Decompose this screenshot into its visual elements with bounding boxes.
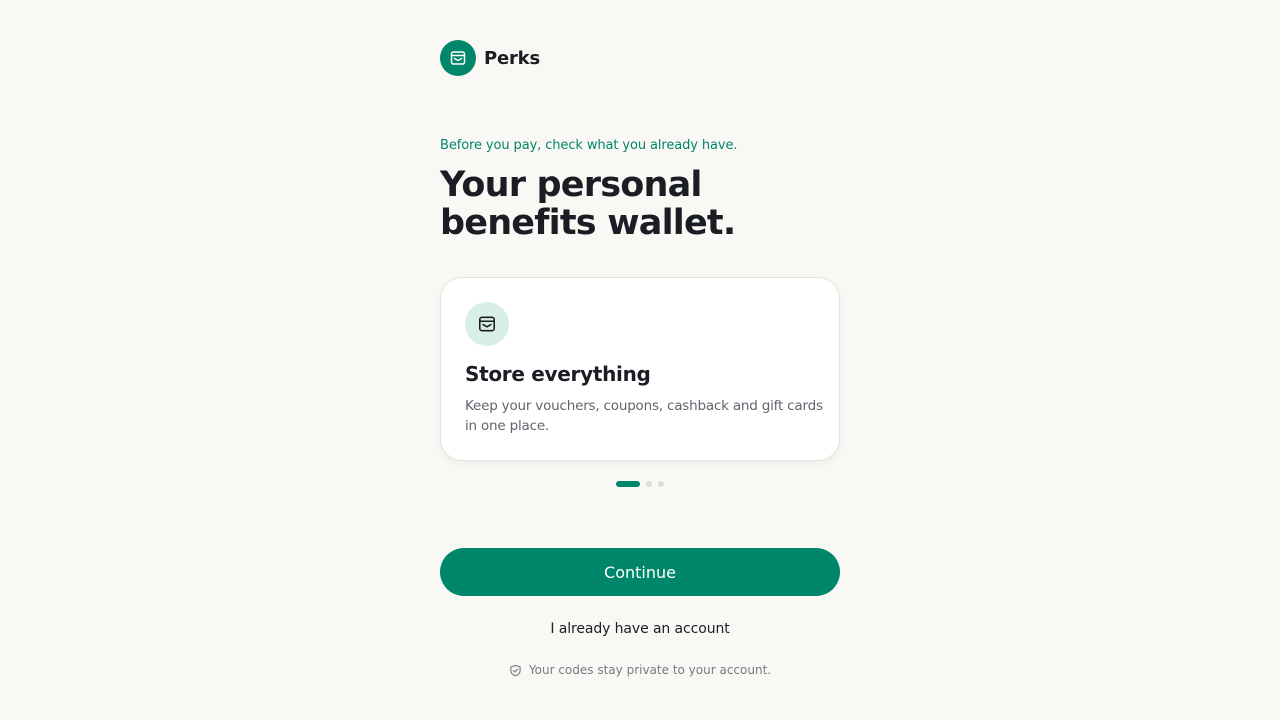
privacy-text: Your codes stay private to your account. <box>528 663 772 677</box>
feature-card-icon <box>465 302 509 346</box>
continue-button[interactable]: Continue <box>440 548 840 596</box>
hero-headline: Your personal benefits wallet. <box>440 166 840 242</box>
pagination-dot-1[interactable] <box>616 481 640 487</box>
hero-eyebrow: Before you pay, check what you already h… <box>440 138 738 153</box>
feature-card: Store everything Keep your vouchers, cou… <box>440 277 840 461</box>
privacy-note: Your codes stay private to your account. <box>440 663 840 677</box>
wallet-icon <box>450 51 466 65</box>
brand-logo <box>440 40 476 76</box>
hero-headline-line-2: benefits wallet. <box>440 203 736 243</box>
pagination-dot-3[interactable] <box>658 481 664 487</box>
existing-account-link[interactable]: I already have an account <box>440 621 840 637</box>
pagination-dot-2[interactable] <box>646 481 652 487</box>
carousel-pagination <box>616 481 664 487</box>
onboarding-column: Perks Before you pay, check what you alr… <box>440 0 840 720</box>
brand-header: Perks <box>440 40 540 76</box>
hero-headline-line-1: Your personal <box>440 165 702 205</box>
wallet-icon <box>479 316 495 332</box>
feature-card-title: Store everything <box>465 362 651 386</box>
brand-name: Perks <box>484 47 540 69</box>
shield-check-icon <box>509 663 523 677</box>
feature-card-description: Keep your vouchers, coupons, cashback an… <box>465 398 823 434</box>
